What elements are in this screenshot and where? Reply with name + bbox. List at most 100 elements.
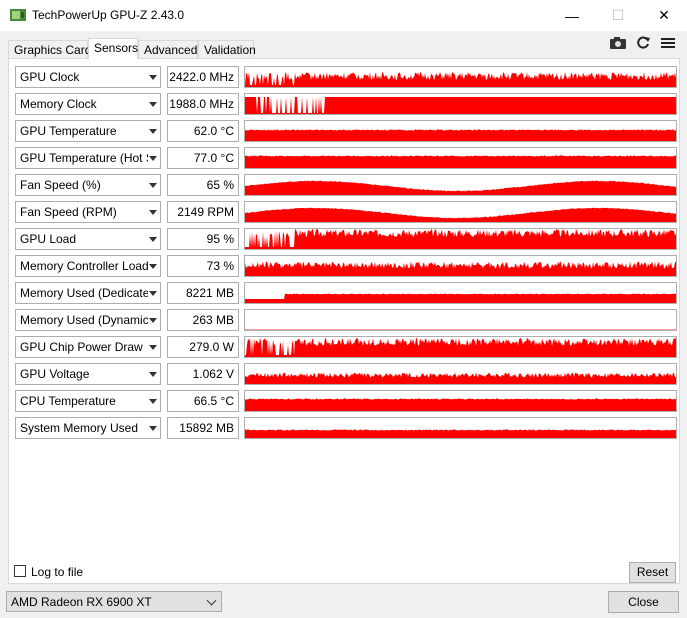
- dropdown-arrow-icon: [149, 318, 157, 323]
- sensor-name-label: Memory Used (Dedicated): [20, 286, 148, 300]
- sensor-row: Memory Used (Dynamic) 263 MB: [15, 309, 677, 333]
- log-to-file-label: Log to file: [31, 565, 84, 579]
- sensor-name-dropdown[interactable]: GPU Clock: [15, 66, 161, 88]
- sensor-value: 65 %: [167, 174, 239, 196]
- sensor-graph-area: [245, 261, 676, 276]
- tab-sensors[interactable]: Sensors: [88, 38, 138, 59]
- sensor-row: Fan Speed (%) 65 %: [15, 174, 677, 198]
- sensor-name-label: GPU Temperature (Hot Spot): [20, 151, 148, 165]
- sensor-graph-svg: [245, 293, 676, 303]
- sensor-row: GPU Temperature (Hot Spot) 77.0 °C: [15, 147, 677, 171]
- sensor-graph-svg: [245, 372, 676, 384]
- log-to-file-checkbox[interactable]: [14, 565, 26, 577]
- sensor-value: 1.062 V: [167, 363, 239, 385]
- sensor-name-dropdown[interactable]: CPU Temperature: [15, 390, 161, 412]
- gpuz-app-icon: [10, 9, 26, 21]
- window-title: TechPowerUp GPU-Z 2.43.0: [32, 8, 185, 22]
- tab-advanced[interactable]: Advanced: [138, 40, 198, 58]
- sensor-row: GPU Chip Power Draw 279.0 W: [15, 336, 677, 360]
- tab-validation[interactable]: Validation: [198, 40, 256, 58]
- sensor-name-dropdown[interactable]: Memory Used (Dedicated): [15, 282, 161, 304]
- camera-icon[interactable]: [608, 34, 628, 52]
- sensor-row: System Memory Used 15892 MB: [15, 417, 677, 441]
- sensor-graph-svg: [245, 429, 676, 438]
- sensor-graph: [244, 66, 677, 88]
- sensor-value: 77.0 °C: [167, 147, 239, 169]
- sensor-row: Fan Speed (RPM) 2149 RPM: [15, 201, 677, 225]
- dropdown-arrow-icon: [149, 156, 157, 161]
- sensor-graph-svg: [245, 129, 676, 141]
- dropdown-arrow-icon: [149, 372, 157, 377]
- sensor-name-dropdown[interactable]: Memory Used (Dynamic): [15, 309, 161, 331]
- menu-icon[interactable]: [658, 34, 678, 52]
- sensor-graph-area: [245, 398, 676, 411]
- maximize-button[interactable]: ☐: [595, 0, 641, 31]
- sensor-name-dropdown[interactable]: GPU Chip Power Draw: [15, 336, 161, 358]
- sensor-graph: [244, 417, 677, 439]
- dropdown-arrow-icon: [149, 102, 157, 107]
- sensor-name-label: CPU Temperature: [20, 394, 116, 408]
- sensor-graph-area: [245, 129, 676, 141]
- dropdown-arrow-icon: [149, 426, 157, 431]
- sensor-name-label: GPU Load: [20, 232, 77, 246]
- sensor-value: 15892 MB: [167, 417, 239, 439]
- close-window-button[interactable]: ✕: [641, 0, 687, 31]
- sensor-graph-area: [245, 429, 676, 438]
- sensor-value: 263 MB: [167, 309, 239, 331]
- sensor-value: 73 %: [167, 255, 239, 277]
- sensor-graph-area: [245, 293, 676, 303]
- sensor-value: 8221 MB: [167, 282, 239, 304]
- dropdown-arrow-icon: [149, 264, 157, 269]
- sensor-name-dropdown[interactable]: Memory Clock: [15, 93, 161, 115]
- sensor-name-dropdown[interactable]: GPU Temperature: [15, 120, 161, 142]
- sensor-graph-svg: [245, 329, 676, 330]
- minimize-button[interactable]: —: [549, 0, 595, 31]
- sensor-value: 2149 RPM: [167, 201, 239, 223]
- sensor-graph: [244, 228, 677, 250]
- gpu-select-value: AMD Radeon RX 6900 XT: [11, 595, 152, 609]
- reset-button[interactable]: Reset: [629, 562, 676, 583]
- sensor-name-dropdown[interactable]: GPU Load: [15, 228, 161, 250]
- sensor-row: GPU Load 95 %: [15, 228, 677, 252]
- sensors-panel: GPU Clock 2422.0 MHz Memory Clock 1988.0 MH…: [8, 58, 680, 584]
- sensor-value: 66.5 °C: [167, 390, 239, 412]
- sensor-name-dropdown[interactable]: GPU Temperature (Hot Spot): [15, 147, 161, 169]
- sensor-graph-area: [245, 155, 676, 168]
- sensor-row: GPU Temperature 62.0 °C: [15, 120, 677, 144]
- dropdown-arrow-icon: [149, 291, 157, 296]
- sensor-name-dropdown[interactable]: Fan Speed (RPM): [15, 201, 161, 223]
- sensor-graph-svg: [245, 180, 676, 195]
- sensor-graph-svg: [245, 97, 676, 114]
- sensor-graph: [244, 309, 677, 331]
- sensor-value: 279.0 W: [167, 336, 239, 358]
- dropdown-arrow-icon: [149, 129, 157, 134]
- dropdown-arrow-icon: [149, 345, 157, 350]
- sensor-value: 95 %: [167, 228, 239, 250]
- gpu-select[interactable]: AMD Radeon RX 6900 XT: [6, 591, 222, 612]
- sensor-graph: [244, 282, 677, 304]
- close-button[interactable]: Close: [608, 591, 679, 613]
- tab-graphics-card[interactable]: Graphics Card: [8, 40, 91, 58]
- sensor-graph: [244, 147, 677, 169]
- sensor-name-dropdown[interactable]: System Memory Used: [15, 417, 161, 439]
- sensor-name-dropdown[interactable]: Fan Speed (%): [15, 174, 161, 196]
- sensor-graph: [244, 93, 677, 115]
- sensor-name-label: GPU Voltage: [20, 367, 90, 381]
- sensor-graph: [244, 120, 677, 142]
- sensor-name-label: Memory Controller Load: [20, 259, 148, 273]
- sensor-name-label: System Memory Used: [20, 421, 139, 435]
- dropdown-arrow-icon: [149, 210, 157, 215]
- sensor-name-label: Fan Speed (%): [20, 178, 101, 192]
- sensor-graph-area: [245, 338, 676, 357]
- sensor-graph: [244, 255, 677, 277]
- sensor-name-label: Memory Used (Dynamic): [20, 313, 148, 327]
- sensor-name-dropdown[interactable]: Memory Controller Load: [15, 255, 161, 277]
- sensor-row: Memory Controller Load 73 %: [15, 255, 677, 279]
- chevron-down-icon: [206, 595, 217, 606]
- sensor-graph-svg: [245, 338, 676, 357]
- sensor-row: GPU Clock 2422.0 MHz: [15, 66, 677, 90]
- sensor-graph-area: [245, 180, 676, 195]
- sensor-graph: [244, 336, 677, 358]
- refresh-icon[interactable]: [633, 34, 653, 52]
- sensor-name-dropdown[interactable]: GPU Voltage: [15, 363, 161, 385]
